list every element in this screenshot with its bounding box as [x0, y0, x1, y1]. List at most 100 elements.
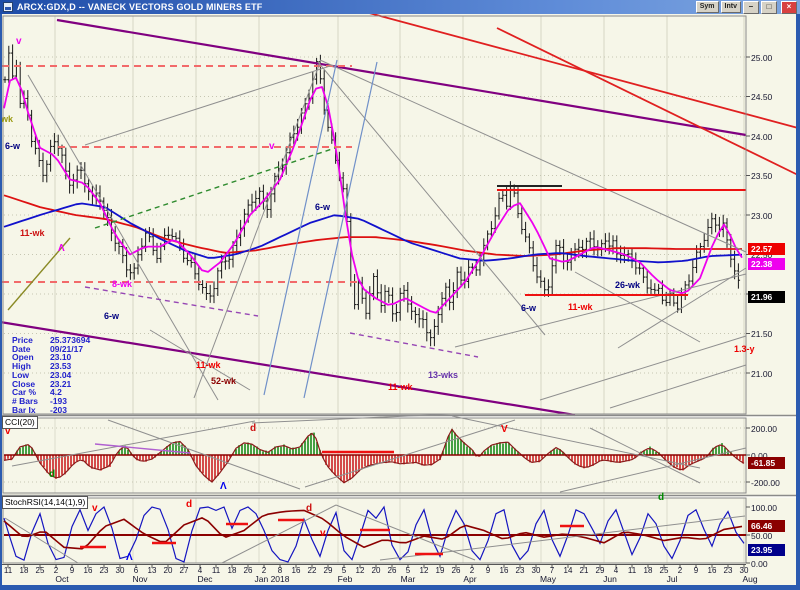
price-badge: 22.38	[748, 257, 785, 270]
x-tick-label: 26	[387, 566, 397, 575]
price-tick-label: -200.00	[751, 477, 780, 488]
sym-button[interactable]: Sym	[695, 1, 719, 13]
x-tick-label: 18	[643, 566, 653, 575]
annotation-label: v	[269, 141, 275, 152]
stochrsi-annotation: v	[92, 503, 98, 514]
annotation-label: Λ	[58, 243, 65, 254]
x-tick-label: 18	[19, 566, 29, 575]
app-icon	[3, 2, 13, 12]
annotation-label: 8-wk	[112, 279, 133, 289]
cci-badge: -61.85	[748, 457, 785, 470]
x-tick-label: 12	[419, 566, 429, 575]
stochrsi-annotation: d	[306, 503, 313, 514]
x-tick-label: 30	[115, 566, 125, 575]
price-tick-label: 0.00	[751, 558, 768, 569]
x-tick-label: 9	[485, 566, 491, 575]
annotation-label: 6-w	[5, 141, 21, 151]
month-label: Dec	[197, 574, 213, 584]
x-tick-label: 26	[451, 566, 461, 575]
annotation-label: 11-wk	[388, 382, 413, 392]
x-tick-label: 14	[563, 566, 573, 575]
minimize-button[interactable]: –	[743, 0, 759, 14]
annotation-label: 13-wks	[428, 370, 459, 380]
window-border-left	[0, 14, 2, 590]
x-tick-label: 20	[371, 566, 381, 575]
ma-magenta-line	[3, 76, 743, 314]
x-tick-label: 11	[627, 566, 637, 575]
annotation-label: 52-wk	[211, 376, 237, 386]
month-label: Feb	[337, 574, 353, 584]
x-tick-label: 2	[677, 566, 683, 575]
trendline	[56, 18, 747, 137]
cci-annotation: d	[658, 492, 665, 503]
price-tick-label: 25.00	[751, 52, 773, 63]
window-border-right	[796, 14, 800, 590]
x-tick-label: 22	[307, 566, 317, 575]
cci-annotation: d	[49, 469, 56, 480]
price-tick-label: 21.50	[751, 329, 773, 339]
month-label: May	[539, 574, 557, 584]
price-tick-label: 200.00	[751, 423, 777, 434]
price-tick-label: 23.00	[751, 210, 773, 221]
annotation-label: v	[16, 36, 22, 47]
cci-trendline	[304, 419, 516, 488]
window-border-bottom	[0, 585, 800, 590]
close-button[interactable]: ×	[781, 0, 797, 14]
month-label: Nov	[132, 574, 148, 584]
info-row: Bar Ix -203	[12, 405, 90, 415]
intv-button[interactable]: Intv	[720, 1, 741, 13]
trendline	[539, 335, 747, 401]
x-tick-label: 21	[579, 566, 589, 575]
trendline	[94, 147, 336, 229]
x-tick-label: 20	[163, 566, 173, 575]
x-tick-label: 16	[499, 566, 509, 575]
stochrsi-panel-label: StochRSI(14,14(1),9)	[2, 496, 89, 509]
x-tick-label: 12	[355, 566, 365, 575]
trendline	[263, 59, 338, 396]
x-tick-label: 26	[243, 566, 253, 575]
price-info-panel: Price 25.373694 Date 09/21/17 Open 23.10 High 2…	[12, 336, 90, 414]
cci-trendline	[451, 415, 701, 469]
annotation-label: 6-w	[521, 303, 537, 313]
annotation-label: 11-wk	[196, 360, 221, 370]
price-tick-label: 100.00	[751, 502, 777, 513]
annotation-label: 6-w	[315, 202, 331, 212]
price-tick-label: 24.00	[751, 131, 773, 142]
month-label: Jun	[603, 574, 617, 584]
x-tick-label: 11	[3, 566, 13, 575]
annotation-label: 6-w	[104, 311, 120, 321]
side-annotation: 1.3-y	[734, 344, 755, 354]
stochrsi-badge: 66.46	[748, 519, 785, 532]
price-tick-label: 50.00	[751, 530, 773, 541]
maximize-button[interactable]: □	[761, 0, 777, 14]
stochrsi-annotation: v	[320, 528, 326, 539]
price-tick-label: 21.00	[751, 368, 773, 379]
x-tick-label: 23	[99, 566, 109, 575]
cci-annotation: Λ	[220, 481, 227, 492]
month-label: Apr	[463, 574, 477, 584]
x-tick-label: 19	[435, 566, 445, 575]
chart-canvas[interactable]	[0, 0, 800, 590]
x-tick-label: 13	[147, 566, 157, 575]
x-tick-label: 16	[83, 566, 93, 575]
annotation-label: 11-wk	[568, 302, 593, 312]
cci-panel-label: CCI(20)	[2, 416, 38, 429]
x-tick-label: 29	[323, 566, 333, 575]
month-label: Mar	[400, 574, 416, 584]
price-badge: 22.57	[748, 242, 785, 255]
x-tick-label: 23	[515, 566, 525, 575]
stochrsi-annotation: Λ	[126, 552, 133, 563]
trendline	[454, 273, 747, 348]
month-label: Aug	[742, 574, 758, 584]
window-title: ARCX:GDX,D -- VANECK VECTORS GOLD MINERS…	[17, 2, 263, 12]
x-tick-label: 16	[707, 566, 717, 575]
x-tick-label: 9	[693, 566, 699, 575]
cci-annotation: V	[501, 424, 508, 435]
x-tick-label: 23	[723, 566, 733, 575]
x-tick-label: 18	[227, 566, 237, 575]
month-label: Jul	[666, 574, 678, 584]
price-tick-label: 24.50	[751, 92, 773, 102]
annotation-label: 11-wk	[20, 228, 45, 238]
chart-window: ARCX:GDX,D -- VANECK VECTORS GOLD MINERS…	[0, 0, 800, 590]
title-bar[interactable]: ARCX:GDX,D -- VANECK VECTORS GOLD MINERS…	[0, 0, 800, 14]
